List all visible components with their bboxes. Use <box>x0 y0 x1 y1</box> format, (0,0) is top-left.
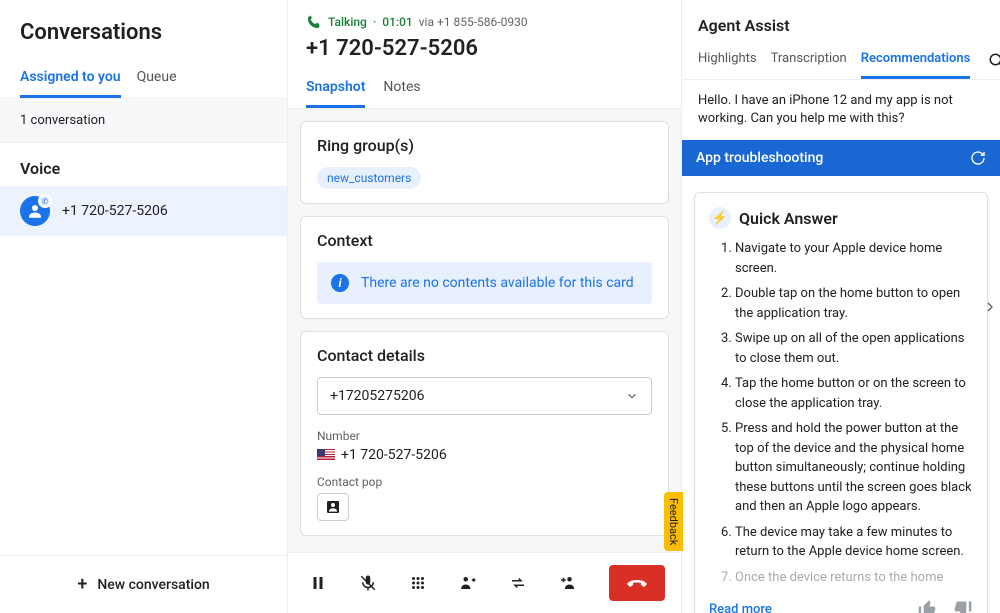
contact-details-title: Contact details <box>317 346 652 365</box>
read-more-link[interactable]: Read more <box>709 602 772 613</box>
tab-snapshot[interactable]: Snapshot <box>306 71 365 108</box>
contact-select-value: +17205275206 <box>330 388 425 404</box>
tab-highlights[interactable]: Highlights <box>698 43 757 79</box>
voice-section-title: Voice <box>0 143 287 186</box>
call-body: Ring group(s) new_customers Context i Th… <box>288 109 681 552</box>
tab-notes[interactable]: Notes <box>383 71 420 108</box>
contact-pop-label: Contact pop <box>317 475 652 489</box>
context-card: Context i There are no contents availabl… <box>300 216 669 319</box>
conversation-count: 1 conversation <box>0 99 287 143</box>
agent-assist-panel: Agent Assist Highlights Transcription Re… <box>682 0 1000 613</box>
qa-step: Double tap on the home button to open th… <box>735 284 973 323</box>
hangup-button[interactable] <box>609 565 665 601</box>
contact-pop-button[interactable] <box>317 493 349 521</box>
mute-button[interactable] <box>354 569 382 597</box>
quick-answer-card: ⚡ Quick Answer Navigate to your Apple de… <box>694 192 988 613</box>
call-active-icon <box>306 14 322 30</box>
qa-step: The device may take a few minutes to ret… <box>735 523 973 562</box>
voice-item-label: +1 720-527-5206 <box>62 203 168 219</box>
phone-badge-icon: ✆ <box>38 194 52 208</box>
qa-step: Tap the home button or on the screen to … <box>735 374 973 413</box>
number-value-row: +1 720-527-5206 <box>317 447 652 463</box>
context-empty-text: There are no contents available for this… <box>361 275 634 291</box>
conversations-tabs: Assigned to you Queue <box>0 61 287 99</box>
conversations-panel: Conversations Assigned to you Queue 1 co… <box>0 0 288 613</box>
tab-queue[interactable]: Queue <box>137 61 177 98</box>
thumbs-up-button[interactable] <box>917 599 937 613</box>
search-button[interactable] <box>984 48 1000 74</box>
number-value: +1 720-527-5206 <box>341 447 447 463</box>
status-via: via +1 855-586-0930 <box>419 15 528 29</box>
tab-recommendations[interactable]: Recommendations <box>861 43 971 79</box>
pause-button[interactable] <box>304 569 332 597</box>
chevron-down-icon <box>625 389 639 403</box>
conversations-title: Conversations <box>0 0 287 61</box>
contact-details-card: Contact details +17205275206 Number +1 7… <box>300 331 669 536</box>
qa-step: Press and hold the power button at the t… <box>735 419 973 517</box>
phone-number-heading: +1 720-527-5206 <box>306 30 663 71</box>
agent-assist-tabs: Highlights Transcription Recommendations <box>682 43 1000 80</box>
ring-group-title: Ring group(s) <box>317 136 652 155</box>
recommendations-body: ⚡ Quick Answer Navigate to your Apple de… <box>682 176 1000 613</box>
customer-message: Hello. I have an iPhone 12 and my app is… <box>682 80 1000 140</box>
plus-icon: + <box>77 574 87 595</box>
call-tabs: Snapshot Notes <box>306 71 663 108</box>
context-title: Context <box>317 231 652 250</box>
avatar-icon: ✆ <box>20 196 50 226</box>
new-conversation-label: New conversation <box>97 577 209 593</box>
us-flag-icon <box>317 449 335 461</box>
qa-step: Swipe up on all of the open applications… <box>735 329 973 368</box>
voice-conversation-item[interactable]: ✆ +1 720-527-5206 <box>0 186 287 236</box>
call-header: Talking · 01:01 via +1 855-586-0930 +1 7… <box>288 0 681 109</box>
status-time: 01:01 <box>382 15 412 29</box>
transfer-button[interactable] <box>454 569 482 597</box>
call-controls <box>288 552 681 613</box>
agent-assist-title: Agent Assist <box>682 0 1000 43</box>
status-talking: Talking <box>328 15 367 29</box>
tab-assigned[interactable]: Assigned to you <box>20 61 121 98</box>
recommendation-header: App troubleshooting <box>682 140 1000 176</box>
call-panel: Talking · 01:01 via +1 855-586-0930 +1 7… <box>288 0 682 613</box>
context-empty-banner: i There are no contents available for th… <box>317 262 652 304</box>
feedback-tab[interactable]: Feedback <box>664 492 683 551</box>
refresh-button[interactable] <box>970 150 986 166</box>
contact-select[interactable]: +17205275206 <box>317 377 652 415</box>
recommendation-title: App troubleshooting <box>696 150 823 166</box>
add-participant-button[interactable] <box>554 569 582 597</box>
info-icon: i <box>331 274 349 292</box>
new-conversation-button[interactable]: + New conversation <box>0 555 287 613</box>
number-label: Number <box>317 429 652 443</box>
swap-button[interactable] <box>504 569 532 597</box>
qa-step: Navigate to your Apple device home scree… <box>735 239 973 278</box>
call-status: Talking · 01:01 via +1 855-586-0930 <box>306 14 663 30</box>
qa-step: Once the device returns to the home <box>735 568 973 588</box>
quick-answer-steps: Navigate to your Apple device home scree… <box>709 239 973 587</box>
ring-group-chip[interactable]: new_customers <box>317 167 421 189</box>
dialpad-button[interactable] <box>404 569 432 597</box>
ring-group-card: Ring group(s) new_customers <box>300 121 669 204</box>
quick-answer-title: Quick Answer <box>739 209 838 228</box>
next-recommendation-button[interactable] <box>982 299 998 315</box>
tab-transcription[interactable]: Transcription <box>771 43 847 79</box>
thumbs-down-button[interactable] <box>953 599 973 613</box>
lightning-icon: ⚡ <box>709 207 731 229</box>
